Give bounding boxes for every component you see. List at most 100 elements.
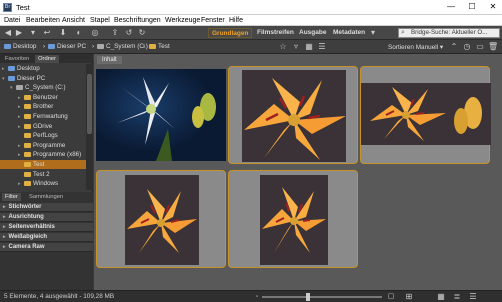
rotate-right-icon[interactable]: ↻ [137, 28, 147, 38]
expand-arrow-icon[interactable]: ▸ [3, 244, 6, 250]
tree-item[interactable]: ▸ Desktop [0, 64, 86, 73]
thumbnail-orange-lily-1[interactable] [228, 66, 358, 164]
delete-icon[interactable]: 🗑 [488, 42, 498, 52]
view-thumbnails-icon[interactable]: ▦ [436, 292, 446, 302]
tab-sammlungen[interactable]: Sammlungen [26, 193, 66, 201]
status-text: 5 Elemente, 4 ausgewählt - 109,28 MB [4, 293, 115, 300]
filter-icon[interactable]: ▿ [291, 42, 301, 52]
expand-arrow-icon[interactable]: ▸ [3, 204, 6, 210]
window-title: Test [16, 3, 30, 12]
filter-section-label: Weißabgleich [8, 234, 48, 240]
tree-item[interactable]: ▸ Benutzer [0, 93, 86, 102]
rotate-left-icon[interactable]: ↺ [124, 28, 134, 38]
view-details-icon[interactable]: ≣ [452, 292, 462, 302]
title-bar: Br Test — ☐ ✕ [0, 0, 502, 15]
photo-orange-lily-4 [260, 175, 328, 265]
minimize-button[interactable]: — [444, 2, 458, 11]
recent-folder-icon[interactable]: ▾ [28, 28, 38, 38]
folder-scrollbar[interactable] [86, 64, 93, 190]
menu-ansicht[interactable]: Ansicht [62, 17, 85, 24]
tab-ordner[interactable]: Ordner [35, 55, 60, 63]
filter-section[interactable]: ▸ Ausrichtung [0, 213, 93, 222]
filter-section[interactable]: ▸ Weißabgleich [0, 233, 93, 242]
folder-icon [24, 94, 31, 100]
thumbnail-orange-lily-3[interactable] [96, 170, 226, 268]
filter-panel: Filter Sammlungen ▸ Stichwörter ▸ Ausrichtu… [0, 192, 93, 290]
boomerang-icon[interactable]: ↩ [42, 28, 52, 38]
thumbnail-white-lily[interactable] [96, 66, 226, 164]
new-folder-icon[interactable]: ▭ [475, 42, 485, 52]
expand-arrow-icon[interactable]: ▸ [3, 234, 6, 240]
filter-section[interactable]: ▸ Seitenverhältnis [0, 223, 93, 232]
tab-inhalt[interactable]: Inhalt [97, 56, 122, 64]
tree-item[interactable]: ▸ GDrive [0, 122, 86, 131]
filter-section[interactable]: ▸ Camera Raw [0, 243, 93, 252]
zoom-in-icon[interactable]: ▢ [386, 292, 396, 302]
tree-item-label: Dieser PC [17, 74, 46, 82]
breadcrumb-test[interactable]: Test [149, 43, 170, 50]
computer-icon [8, 66, 15, 71]
menu-hilfe[interactable]: Hilfe [229, 17, 243, 24]
photo-download-icon[interactable]: ⬇ [58, 28, 68, 38]
tab-filter[interactable]: Filter [2, 193, 21, 201]
maximize-button[interactable]: ☐ [465, 2, 479, 11]
forward-icon[interactable]: ▶ [14, 28, 24, 38]
tree-item[interactable]: ▾ C_System (C:) [0, 83, 86, 92]
menu-werkzeuge[interactable]: Werkzeuge [165, 17, 200, 24]
thumbnail-orange-lily-2[interactable] [360, 66, 491, 164]
list-view-icon[interactable]: ☰ [317, 42, 327, 52]
filter-section-label: Stichwörter [8, 204, 42, 210]
back-icon[interactable]: ◀ [3, 28, 13, 38]
camera-raw-icon[interactable]: ◎ [90, 28, 100, 38]
tree-item[interactable]: Test [0, 160, 86, 169]
grid-view-icon[interactable]: ▦ [304, 42, 314, 52]
expand-arrow-icon[interactable]: ▸ [3, 224, 6, 230]
filter-section-label: Camera Raw [8, 244, 45, 250]
zoom-out-icon[interactable]: ▫ [252, 292, 262, 302]
tree-item[interactable]: ▸ Brother [0, 102, 86, 111]
tree-item[interactable]: Test 2 [0, 170, 86, 179]
sort-dropdown[interactable]: Sortieren Manuell ▾ [388, 43, 443, 51]
workspace-metadaten[interactable]: Metadaten [330, 28, 368, 38]
menu-beschriftungen[interactable]: Beschriftungen [114, 17, 161, 24]
scroll-thumb[interactable] [87, 74, 92, 134]
search-input[interactable]: ⌕ Bridge-Suche: Aktueller O... [398, 28, 500, 38]
menu-fenster[interactable]: Fenster [201, 17, 225, 24]
output-icon[interactable]: ⇪ [110, 28, 120, 38]
status-bar: 5 Elemente, 4 ausgewählt - 109,28 MB ▫ ▢… [0, 290, 502, 302]
breadcrumb-dieser-pc[interactable]: Dieser PC [48, 43, 86, 50]
workspace-ausgabe[interactable]: Ausgabe [296, 28, 329, 38]
tree-item[interactable]: ▸ Programme [0, 141, 86, 150]
close-button[interactable]: ✕ [486, 2, 500, 11]
workspace-filmstreifen[interactable]: Filmstreifen [254, 28, 297, 38]
refine-icon[interactable]: ◐ [74, 28, 84, 38]
photo-orange-lily-2 [361, 83, 491, 145]
tab-favoriten[interactable]: Favoriten [2, 55, 32, 63]
tree-item[interactable]: ▸ Programme (x86) [0, 150, 86, 159]
tree-item-label: Desktop [17, 65, 40, 72]
thumbnail-orange-lily-4[interactable] [228, 170, 358, 268]
filter-section[interactable]: ▸ Stichwörter [0, 203, 93, 212]
tree-item[interactable]: ▸ Windows [0, 179, 86, 188]
sort-order-icon[interactable]: ⌃ [449, 42, 459, 52]
tree-item[interactable]: ▸ Fernwartung [0, 112, 86, 121]
drive-icon [97, 44, 104, 49]
tree-item[interactable]: ▾ Dieser PC [0, 74, 86, 83]
open-recent-icon[interactable]: ◷ [462, 42, 472, 52]
folder-tree: ▸ Desktop ▾ Dieser PC ▾ C_System (C:) ▸ Benutze… [0, 64, 86, 190]
lock-icon[interactable]: ⊞ [404, 292, 414, 302]
workspace-dropdown-icon[interactable]: ▾ [368, 28, 378, 38]
slider-knob[interactable] [306, 293, 310, 301]
workspace-grundlagen[interactable]: Grundlagen [208, 28, 253, 38]
menu-datei[interactable]: Datei [4, 17, 20, 24]
tree-item[interactable]: PerfLogs [0, 131, 86, 140]
drive-icon [16, 85, 23, 91]
view-list-icon[interactable]: ☰ [468, 292, 478, 302]
menu-bearbeiten[interactable]: Bearbeiten [26, 17, 60, 24]
star-icon[interactable]: ☆ [278, 42, 288, 52]
thumbnail-size-slider[interactable] [262, 293, 382, 301]
menu-stapel[interactable]: Stapel [90, 17, 110, 24]
expand-arrow-icon[interactable]: ▸ [3, 214, 6, 220]
breadcrumb-desktop[interactable]: Desktop [4, 43, 36, 50]
breadcrumb-drive[interactable]: C_System (C:) [97, 43, 148, 50]
